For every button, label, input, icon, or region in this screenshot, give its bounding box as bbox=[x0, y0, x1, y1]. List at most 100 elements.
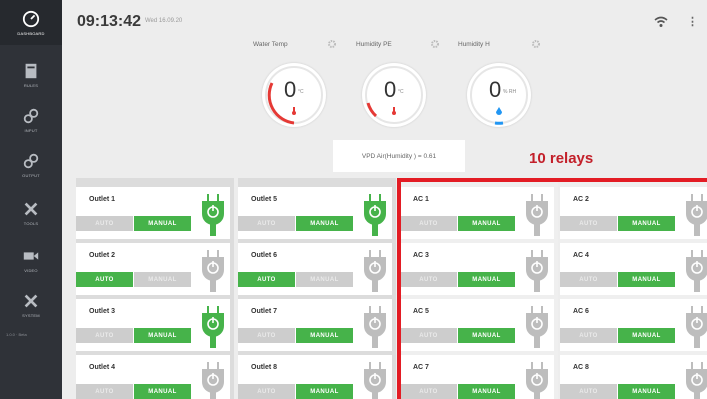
auto-button[interactable]: AUTO bbox=[238, 328, 295, 343]
manual-button[interactable]: MANUAL bbox=[458, 384, 515, 399]
relay-column: Outlet 5 AUTO MANUAL Outlet 6 AUTO MANUAL Outl… bbox=[238, 178, 396, 399]
sidebar-item-label: DASHBOARD bbox=[17, 30, 45, 36]
auto-button[interactable]: AUTO bbox=[76, 328, 133, 343]
auto-button[interactable]: AUTO bbox=[560, 328, 617, 343]
auto-button[interactable]: AUTO bbox=[560, 216, 617, 231]
sidebar-item-tools[interactable]: TOOLS bbox=[0, 190, 62, 235]
relay-card: Outlet 2 AUTO MANUAL bbox=[76, 243, 230, 295]
video-icon bbox=[23, 251, 39, 260]
gauge-value: 0 bbox=[489, 77, 502, 102]
power-plug-icon[interactable] bbox=[682, 360, 707, 399]
thermometer-icon bbox=[292, 107, 296, 115]
gauge-value: 0 bbox=[384, 77, 397, 102]
thermometer-icon bbox=[392, 107, 396, 115]
auto-button[interactable]: AUTO bbox=[76, 384, 133, 399]
manual-button[interactable]: MANUAL bbox=[618, 384, 675, 399]
power-plug-icon[interactable] bbox=[360, 192, 390, 236]
sidebar-item-input[interactable]: INPUT bbox=[0, 97, 62, 142]
power-plug-icon[interactable] bbox=[360, 248, 390, 292]
auto-button[interactable]: AUTO bbox=[400, 384, 457, 399]
manual-button[interactable]: MANUAL bbox=[458, 272, 515, 287]
manual-button[interactable]: MANUAL bbox=[134, 328, 191, 343]
auto-button[interactable]: AUTO bbox=[400, 328, 457, 343]
auto-button[interactable]: AUTO bbox=[400, 272, 457, 287]
auto-button[interactable]: AUTO bbox=[560, 272, 617, 287]
gauge-label: Humidity PE bbox=[356, 41, 392, 48]
relay-card: Outlet 4 AUTO MANUAL bbox=[76, 355, 230, 399]
relay-card: AC 3 AUTO MANUAL bbox=[400, 243, 554, 295]
dashboard-icon bbox=[22, 10, 40, 27]
power-plug-icon[interactable] bbox=[522, 304, 552, 348]
sidebar-item-label: RULES bbox=[23, 82, 39, 88]
power-plug-icon[interactable] bbox=[682, 304, 707, 348]
manual-button[interactable]: MANUAL bbox=[296, 384, 353, 399]
auto-button[interactable]: AUTO bbox=[400, 216, 457, 231]
sidebar-item-dashboard[interactable]: DASHBOARD bbox=[0, 0, 62, 45]
power-plug-icon[interactable] bbox=[522, 360, 552, 399]
relay-name: AC 8 bbox=[573, 364, 589, 371]
gear-icon[interactable] bbox=[531, 39, 541, 49]
power-plug-icon[interactable] bbox=[522, 248, 552, 292]
gear-icon[interactable] bbox=[327, 39, 337, 49]
manual-button[interactable]: MANUAL bbox=[134, 216, 191, 231]
auto-button[interactable]: AUTO bbox=[76, 216, 133, 231]
power-plug-icon[interactable] bbox=[198, 304, 228, 348]
relay-name: Outlet 7 bbox=[251, 308, 278, 315]
relay-name: AC 6 bbox=[573, 308, 589, 315]
gauge-unit: % RH bbox=[503, 89, 517, 95]
relay-column: AC 2 AUTO MANUAL AC 4 AUTO MANUAL AC 6 AUTO MANU… bbox=[560, 178, 707, 399]
relay-name: Outlet 5 bbox=[251, 196, 278, 203]
auto-button[interactable]: AUTO bbox=[238, 216, 295, 231]
tools-icon bbox=[24, 202, 38, 215]
power-plug-icon[interactable] bbox=[198, 248, 228, 292]
clock: 09:13:42 bbox=[77, 13, 142, 30]
gauge-value: 0 bbox=[284, 77, 297, 102]
relay-card: Outlet 1 AUTO MANUAL bbox=[76, 187, 230, 239]
manual-button[interactable]: MANUAL bbox=[618, 216, 675, 231]
power-plug-icon[interactable] bbox=[682, 248, 707, 292]
relay-name: AC 2 bbox=[573, 196, 589, 203]
sidebar-item-rules[interactable]: RULES bbox=[0, 52, 62, 97]
wifi-icon[interactable] bbox=[654, 16, 668, 28]
gear-icon[interactable] bbox=[430, 39, 440, 49]
power-plug-icon[interactable] bbox=[198, 192, 228, 236]
power-plug-icon[interactable] bbox=[360, 360, 390, 399]
gauge-unit: °C bbox=[298, 89, 304, 95]
manual-button[interactable]: MANUAL bbox=[618, 272, 675, 287]
relay-card: Outlet 8 AUTO MANUAL bbox=[238, 355, 392, 399]
relay-card: AC 1 AUTO MANUAL bbox=[400, 187, 554, 239]
more-menu-icon[interactable]: ⋮ bbox=[687, 15, 698, 28]
input-icon bbox=[23, 108, 39, 123]
humidity-pe-gauge: 0 °C bbox=[362, 63, 426, 127]
relay-name: AC 1 bbox=[413, 196, 429, 203]
manual-button[interactable]: MANUAL bbox=[296, 216, 353, 231]
sidebar-item-label: TOOLS bbox=[23, 220, 39, 226]
auto-button[interactable]: AUTO bbox=[76, 272, 133, 287]
water-temp-gauge: 0 °C bbox=[262, 63, 326, 127]
relay-name: Outlet 1 bbox=[89, 196, 116, 203]
sidebar-item-video[interactable]: VIDEO bbox=[0, 237, 62, 282]
sidebar-item-label: OUTPUT bbox=[22, 172, 40, 178]
sidebar-item-system[interactable]: SYSTEM bbox=[0, 282, 62, 327]
power-plug-icon[interactable] bbox=[360, 304, 390, 348]
manual-button[interactable]: MANUAL bbox=[618, 328, 675, 343]
power-plug-icon[interactable] bbox=[198, 360, 228, 399]
manual-button[interactable]: MANUAL bbox=[458, 216, 515, 231]
sidebar-item-label: SYSTEM bbox=[22, 312, 40, 318]
relay-name: AC 5 bbox=[413, 308, 429, 315]
manual-button[interactable]: MANUAL bbox=[296, 272, 353, 287]
rules-icon bbox=[25, 63, 37, 78]
sidebar-item-output[interactable]: OUTPUT bbox=[0, 142, 62, 187]
manual-button[interactable]: MANUAL bbox=[134, 384, 191, 399]
auto-button[interactable]: AUTO bbox=[238, 272, 295, 287]
auto-button[interactable]: AUTO bbox=[560, 384, 617, 399]
humidity-h-gauge: 0 % RH bbox=[467, 63, 531, 127]
power-plug-icon[interactable] bbox=[522, 192, 552, 236]
manual-button[interactable]: MANUAL bbox=[134, 272, 191, 287]
auto-button[interactable]: AUTO bbox=[238, 384, 295, 399]
relay-card: AC 4 AUTO MANUAL bbox=[560, 243, 707, 295]
sidebar-item-label: VIDEO bbox=[24, 267, 38, 273]
power-plug-icon[interactable] bbox=[682, 192, 707, 236]
manual-button[interactable]: MANUAL bbox=[296, 328, 353, 343]
manual-button[interactable]: MANUAL bbox=[458, 328, 515, 343]
